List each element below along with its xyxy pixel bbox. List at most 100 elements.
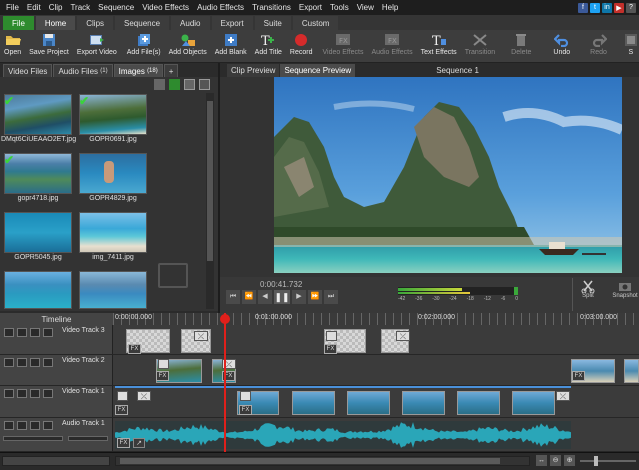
menu-edit[interactable]: Edit [23,3,45,12]
transition-icon[interactable]: ⤫ [194,331,208,341]
next-frame-icon[interactable]: ⏩ [308,290,322,304]
media-thumbnail[interactable] [4,212,72,253]
go-start-icon[interactable]: ⏮ [226,290,240,304]
prev-frame-icon[interactable]: ⏪ [242,290,256,304]
tab-clip-preview[interactable]: Clip Preview [227,64,280,77]
track-visibility-icon[interactable] [17,389,27,398]
list-view-icon[interactable] [184,79,195,90]
speaker-icon[interactable] [17,421,27,430]
menu-sequence[interactable]: Sequence [94,3,138,12]
timeline-horizontal-scrollbar[interactable] [115,456,530,466]
play-icon[interactable]: ▶ [292,290,306,304]
track-lock-icon[interactable] [30,328,40,337]
menu-view[interactable]: View [353,3,378,12]
fit-icon[interactable]: ↔ [536,455,547,466]
media-scrollbar-thumb[interactable] [207,101,213,261]
menu-video-effects[interactable]: Video Effects [138,3,193,12]
playhead[interactable] [224,313,226,452]
fx-icon[interactable]: FX [324,344,337,354]
suite-button[interactable]: S [617,30,639,63]
tab-sequence[interactable]: Sequence [115,16,170,30]
menu-file[interactable]: File [2,3,23,12]
transition-icon[interactable]: ⤫ [556,391,570,401]
menu-help[interactable]: Help [378,3,402,12]
pen-icon[interactable] [326,331,337,341]
timeline-clip[interactable] [457,391,500,415]
track-options-icon[interactable] [43,358,53,367]
tab-audio[interactable]: Audio [171,16,210,30]
add-files-button[interactable]: Add File(s) [123,30,165,63]
transition-button[interactable]: Transition [461,30,499,63]
save-project-button[interactable]: Save Project [25,30,73,63]
transition-icon[interactable]: ⤫ [396,331,410,341]
timeline-clip[interactable] [292,391,335,415]
timeline-ruler[interactable]: Timeline 0:00:00.000 0:01:00.000 0:02:00… [0,313,639,325]
pan-slider[interactable] [68,436,108,441]
add-bin-button[interactable]: + [163,64,179,77]
tab-export[interactable]: Export [211,16,253,30]
zoom-slider[interactable] [580,460,636,462]
media-thumbnail[interactable] [79,212,147,253]
fx-icon[interactable]: FX [156,371,169,381]
undo-button[interactable]: Undo [543,30,580,63]
pen-icon[interactable] [158,359,169,369]
tab-sequence-preview[interactable]: Sequence Preview [280,64,356,77]
video-effects-button[interactable]: FX Video Effects [319,30,368,63]
volume-slider[interactable] [3,436,63,441]
track-visibility-icon[interactable] [17,328,27,337]
thumbnail-view-icon[interactable] [199,79,210,90]
step-back-icon[interactable]: ◀ [258,290,272,304]
tab-audio-files[interactable]: Audio Files (1) [53,64,113,77]
tab-suite[interactable]: Suite [254,16,291,30]
track-toggle-icon[interactable] [4,389,14,398]
menu-clip[interactable]: Clip [45,3,67,12]
zoom-slider-handle[interactable] [594,456,598,466]
help-icon[interactable]: ? [626,2,636,13]
fx-icon[interactable]: FX [572,371,585,381]
track-lock-icon[interactable] [30,421,40,430]
zoom-in-icon[interactable]: ⊕ [564,455,575,466]
youtube-icon[interactable]: ▶ [614,2,624,13]
tab-home[interactable]: Home [35,16,76,30]
fx-icon[interactable]: FX [239,405,252,415]
track-toggle-icon[interactable] [4,421,14,430]
transition-icon[interactable]: ⤫ [137,391,151,401]
text-effects-button[interactable]: T Text Effects [417,30,461,63]
menu-track[interactable]: Track [66,3,94,12]
timeline-header-scroll[interactable] [2,456,110,466]
timeline-clip[interactable] [347,391,390,415]
tab-file[interactable]: File [3,16,34,30]
track-visibility-icon[interactable] [17,358,27,367]
track-lock-icon[interactable] [30,389,40,398]
tab-custom[interactable]: Custom [292,16,339,30]
timeline-clip[interactable] [402,391,445,415]
zoom-out-icon[interactable]: ⊖ [550,455,561,466]
fx-icon[interactable]: FX [117,438,130,448]
twitter-icon[interactable]: t [590,2,600,13]
video-track-2[interactable]: Video Track 2 [0,355,639,386]
audio-track-1[interactable]: Audio Track 1 [0,418,639,452]
media-thumbnail[interactable] [4,94,72,135]
redo-button[interactable]: Redo [580,30,617,63]
timeline-clip[interactable] [624,359,639,383]
menu-tools[interactable]: Tools [326,3,353,12]
tab-images[interactable]: Images (18) [113,64,163,77]
record-button[interactable]: Record [286,30,317,63]
video-track-3[interactable]: Video Track 3 [0,325,639,355]
track-options-icon[interactable] [43,421,53,430]
track-toggle-icon[interactable] [4,328,14,337]
media-thumbnail[interactable] [79,94,147,135]
tab-video-files[interactable]: Video Files [3,64,53,77]
new-folder-icon[interactable] [169,79,180,90]
audio-effects-button[interactable]: FX Audio Effects [368,30,417,63]
media-thumbnail[interactable] [79,271,147,309]
fx-icon[interactable]: FX [128,344,141,354]
track-toggle-icon[interactable] [4,358,14,367]
snapshot-button[interactable]: Snapshot [610,279,639,309]
media-thumbnail[interactable] [4,153,72,194]
track-options-icon[interactable] [43,328,53,337]
media-scrollbar[interactable] [206,93,214,309]
timeline-scrollbar-thumb[interactable] [120,458,500,464]
timeline-clip[interactable] [512,391,555,415]
export-video-button[interactable]: Export Video [73,30,121,63]
